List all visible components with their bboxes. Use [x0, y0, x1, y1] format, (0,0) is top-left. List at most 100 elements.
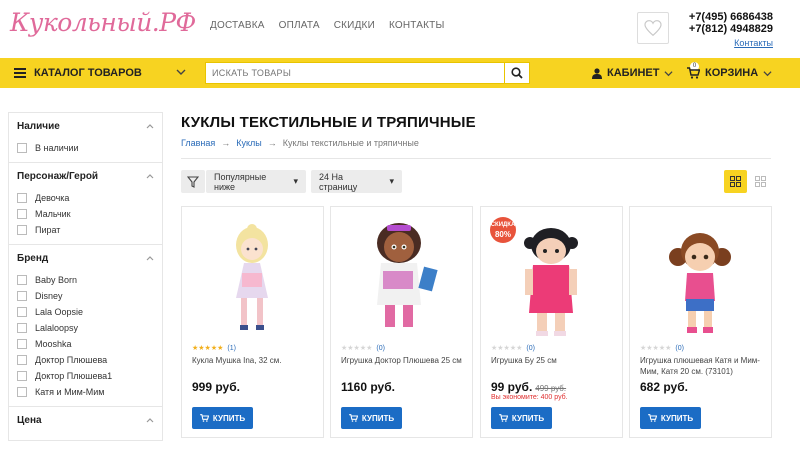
grid-view-button[interactable] — [724, 170, 747, 193]
product-price: 99 руб. 499 руб. — [491, 380, 566, 394]
phone-spb[interactable]: +7(812) 4948829 — [683, 23, 773, 35]
chevron-down-icon — [763, 70, 772, 76]
filter-option-label: Пират — [35, 225, 61, 235]
filter-title[interactable]: Персонаж/Герой — [17, 171, 154, 182]
link-delivery[interactable]: ДОСТАВКА — [210, 20, 265, 31]
product-image[interactable] — [331, 213, 472, 348]
checkbox[interactable] — [17, 307, 27, 317]
cart-button[interactable]: КОРЗИНА — [687, 58, 772, 88]
review-count[interactable]: (0) — [376, 345, 385, 352]
phones: +7(495) 6686438 +7(812) 4948829 Контакты — [683, 11, 773, 49]
product-name[interactable]: Игрушка Бу 25 см — [491, 355, 619, 366]
checkbox[interactable] — [17, 387, 27, 397]
checkbox[interactable] — [17, 143, 27, 153]
buy-label: КУПИТЬ — [361, 413, 395, 423]
buy-button[interactable]: КУПИТЬ — [341, 407, 402, 429]
per-page-select[interactable]: 24 На страницу ▾ — [311, 170, 402, 193]
site-header: Кукольный.РФ ДОСТАВКА ОПЛАТА СКИДКИ КОНТ… — [0, 0, 800, 58]
link-discounts[interactable]: СКИДКИ — [334, 20, 375, 31]
buy-button[interactable]: КУПИТЬ — [192, 407, 253, 429]
link-contacts[interactable]: КОНТАКТЫ — [389, 20, 445, 31]
chevron-up-icon[interactable] — [146, 417, 154, 423]
product-rating: ★★★★★ (0) — [491, 344, 535, 353]
filters-sidebar: Наличие В наличии Персонаж/Герой Девочка… — [8, 112, 163, 441]
filter-option[interactable]: Пират — [17, 222, 154, 238]
current-price: 99 руб. — [491, 380, 533, 394]
chevron-up-icon[interactable] — [146, 123, 154, 129]
chevron-down-icon — [176, 69, 186, 75]
catalog-menu-button[interactable]: КАТАЛОГ ТОВАРОВ — [14, 58, 194, 88]
search-button[interactable] — [505, 62, 530, 84]
checkbox[interactable] — [17, 291, 27, 301]
checkbox[interactable] — [17, 339, 27, 349]
filter-option[interactable]: Доктор Плюшева — [17, 352, 154, 368]
link-payment[interactable]: ОПЛАТА — [279, 20, 320, 31]
breadcrumb-home[interactable]: Главная — [181, 138, 215, 148]
chevron-up-icon[interactable] — [146, 255, 154, 261]
filter-option[interactable]: Lalaloopsy — [17, 320, 154, 336]
product-card[interactable]: ★★★★★ (0) Игрушка плюшевая Катя и Мим-Ми… — [629, 206, 772, 438]
main-nav: КАТАЛОГ ТОВАРОВ КАБИНЕТ 0 КОРЗИНА — [0, 58, 800, 88]
product-rating: ★★★★★ (1) — [192, 344, 236, 353]
star-icon: ★★★★★ — [491, 345, 523, 352]
cart-label: КОРЗИНА — [705, 67, 759, 79]
product-image[interactable] — [630, 213, 771, 348]
filter-price: Цена — [9, 407, 162, 440]
contacts-link[interactable]: Контакты — [683, 37, 773, 49]
checkbox[interactable] — [17, 323, 27, 333]
chevron-up-icon[interactable] — [146, 173, 154, 179]
filter-title[interactable]: Цена — [17, 415, 154, 426]
buy-button[interactable]: КУПИТЬ — [640, 407, 701, 429]
list-icon — [755, 176, 766, 187]
product-image[interactable] — [182, 213, 323, 348]
list-view-button[interactable] — [749, 170, 772, 193]
filter-option[interactable]: В наличии — [17, 140, 154, 156]
sort-select[interactable]: Популярные ниже ▾ — [206, 170, 306, 193]
product-price: 999 руб. — [192, 380, 240, 394]
filter-option[interactable]: Девочка — [17, 190, 154, 206]
product-card[interactable]: ★★★★★ (0) Игрушка Доктор Плюшева 25 см 1… — [330, 206, 473, 438]
filter-option[interactable]: Lala Oopsie — [17, 304, 154, 320]
favorites-button[interactable] — [637, 12, 669, 44]
arrow-right-icon: → — [221, 138, 231, 148]
checkbox[interactable] — [17, 193, 27, 203]
cabinet-label: КАБИНЕТ — [607, 67, 660, 79]
search-input[interactable] — [206, 63, 504, 83]
checkbox[interactable] — [17, 275, 27, 285]
filter-option[interactable]: Baby Born — [17, 272, 154, 288]
savings-text: Вы экономите: 400 руб. — [491, 394, 568, 401]
cabinet-button[interactable]: КАБИНЕТ — [592, 58, 674, 88]
product-image[interactable] — [481, 213, 622, 348]
filter-option[interactable]: Mooshka — [17, 336, 154, 352]
product-name[interactable]: Игрушка Доктор Плюшева 25 см — [341, 355, 469, 366]
user-icon — [592, 67, 602, 79]
filter-option[interactable]: Доктор Плюшева1 — [17, 368, 154, 384]
filter-option[interactable]: Катя и Мим-Мим — [17, 384, 154, 400]
filter-toggle-button[interactable] — [181, 170, 205, 193]
review-count[interactable]: (0) — [526, 345, 535, 352]
filter-title[interactable]: Наличие — [17, 121, 154, 132]
product-card[interactable]: ★★★★★ (1) Кукла Мушка Ina, 32 см. 999 ру… — [181, 206, 324, 438]
checkbox[interactable] — [17, 355, 27, 365]
site-logo[interactable]: Кукольный.РФ — [10, 8, 196, 37]
filter-option[interactable]: Мальчик — [17, 206, 154, 222]
product-name[interactable]: Игрушка плюшевая Катя и Мим-Мим, Катя 20… — [640, 355, 768, 377]
review-count[interactable]: (1) — [227, 345, 236, 352]
filter-title[interactable]: Бренд — [17, 253, 154, 264]
menu-icon — [14, 68, 26, 78]
per-page-label: 24 На страницу — [319, 171, 358, 192]
product-name[interactable]: Кукла Мушка Ina, 32 см. — [192, 355, 320, 366]
buy-button[interactable]: КУПИТЬ — [491, 407, 552, 429]
chevron-down-icon — [664, 70, 674, 76]
checkbox[interactable] — [17, 209, 27, 219]
cart-icon — [687, 67, 700, 79]
filter-option[interactable]: Disney — [17, 288, 154, 304]
checkbox[interactable] — [17, 225, 27, 235]
phone-moscow[interactable]: +7(495) 6686438 — [683, 11, 773, 23]
cart-icon — [499, 414, 508, 422]
breadcrumb-dolls[interactable]: Куклы — [236, 138, 262, 148]
review-count[interactable]: (0) — [675, 345, 684, 352]
checkbox[interactable] — [17, 371, 27, 381]
filter-character: Персонаж/Герой Девочка Мальчик Пират — [9, 163, 162, 245]
product-card[interactable]: СКИДКА 80% ★★★★★ (0) Игрушка Бу 25 см 99… — [480, 206, 623, 438]
